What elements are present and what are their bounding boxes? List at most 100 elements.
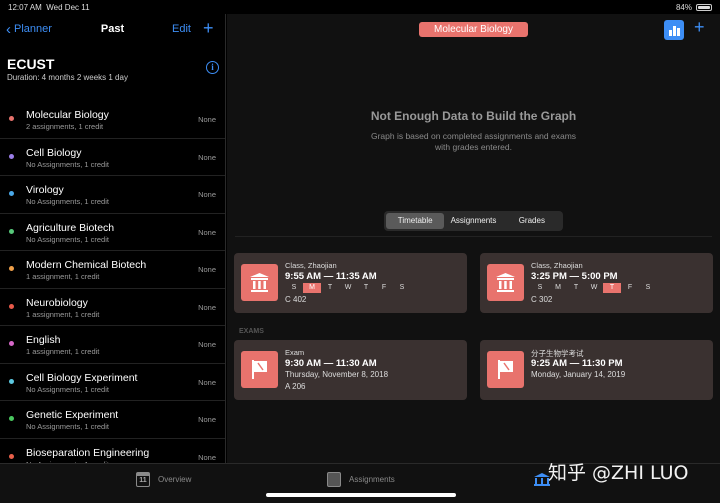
course-color-dot xyxy=(9,416,14,421)
course-list: Molecular Biology 2 assignments, 1 credit… xyxy=(0,101,225,463)
sidebar: ‹ Planner Past Edit + ECUST Duration: 4 … xyxy=(0,14,226,463)
course-color-dot xyxy=(9,303,14,309)
course-color-dot xyxy=(9,228,14,234)
class-time: 9:55 AM — 11:35 AM xyxy=(285,271,377,282)
course-name: Bioseparation Engineering xyxy=(26,446,150,459)
empty-graph-description: Graph is based on completed assignments … xyxy=(370,131,577,152)
course-row[interactable]: Virology No Assignments, 1 credit None xyxy=(0,176,225,214)
chart-icon[interactable] xyxy=(664,20,684,40)
exam-time: 9:25 AM — 11:30 PM xyxy=(531,358,623,369)
weekday: W xyxy=(590,284,598,291)
course-name: Genetic Experiment xyxy=(26,409,119,421)
class-type: Class, Zhaojian xyxy=(285,261,337,270)
course-color-dot xyxy=(9,266,14,271)
watermark: 知乎 @ZHI LUO xyxy=(548,462,689,484)
school-duration: Duration: 4 months 2 weeks 1 day xyxy=(7,73,128,82)
main-panel: Molecular Biology + Not Enough Data to B… xyxy=(227,14,720,463)
edit-button[interactable]: Edit xyxy=(172,23,191,35)
course-grade: None xyxy=(198,452,216,462)
course-grade: None xyxy=(198,190,216,199)
course-row[interactable]: Neurobiology 1 assignment, 1 credit None xyxy=(0,289,225,326)
course-row[interactable]: Modern Chemical Biotech 1 assignment, 1 c… xyxy=(0,251,225,289)
exam-time: 9:30 AM — 11:30 AM xyxy=(285,358,377,369)
weekday: S xyxy=(291,284,297,291)
class-icon xyxy=(241,264,278,301)
course-color-dot xyxy=(9,191,14,196)
course-summary: 2 assignments, 1 credit xyxy=(26,122,104,131)
course-row[interactable]: English 1 assignment, 1 credit None xyxy=(0,326,225,364)
weekday: M xyxy=(303,283,321,293)
exam-date: Monday, January 14, 2019 xyxy=(531,370,626,379)
course-row[interactable]: Cell Biology Experiment No Assignments, 1… xyxy=(0,364,225,401)
tab-grades[interactable]: Grades xyxy=(503,213,561,229)
weekday: S xyxy=(399,284,405,291)
exam-room: A 206 xyxy=(285,382,306,391)
exams-section-label: EXAMS xyxy=(239,328,264,335)
course-name: Agriculture Biotech xyxy=(26,221,115,234)
subject-title[interactable]: Molecular Biology xyxy=(419,22,528,37)
class-time: 3:25 PM — 5:00 PM xyxy=(531,271,618,282)
exam-type: Exam xyxy=(285,348,305,357)
course-name: Modern Chemical Biotech xyxy=(26,259,147,271)
course-color-dot xyxy=(9,453,14,459)
course-grade: None xyxy=(198,152,216,162)
class-card[interactable]: Class, Zhaojian 3:25 PM — 5:00 PM SMTWTF… xyxy=(480,253,713,313)
flag-icon xyxy=(487,351,524,388)
home-indicator[interactable] xyxy=(266,493,456,497)
course-color-dot xyxy=(9,153,14,159)
course-row[interactable]: Agriculture Biotech No Assignments, 1 cre… xyxy=(0,214,225,251)
tab-overview[interactable]: 11 Overview xyxy=(136,472,191,487)
weekday: T xyxy=(327,284,333,291)
status-bar: 12:07 AM Wed Dec 11 84% xyxy=(0,0,720,14)
class-days: SMTWTFS xyxy=(285,283,411,293)
weekday: F xyxy=(627,284,633,291)
course-row[interactable]: Molecular Biology 2 assignments, 1 credit… xyxy=(0,101,225,139)
course-name: Neurobiology xyxy=(26,296,88,309)
weekday: T xyxy=(363,284,369,291)
info-icon[interactable]: i xyxy=(206,61,219,74)
course-summary: No Assignments, 1 credit xyxy=(26,159,109,169)
course-grade: None xyxy=(198,340,216,349)
course-summary: No Assignments, 1 credit xyxy=(26,234,109,244)
assignments-icon xyxy=(327,472,341,487)
weekday: T xyxy=(603,283,621,293)
course-grade: None xyxy=(198,115,216,124)
exam-card[interactable]: 分子生物学考试 9:25 AM — 11:30 PM Monday, Janua… xyxy=(480,340,713,400)
course-name: Molecular Biology xyxy=(26,109,109,121)
weekday: M xyxy=(555,284,561,291)
exam-card[interactable]: Exam 9:30 AM — 11:30 AM Thursday, Novemb… xyxy=(234,340,467,400)
tab-assignments[interactable]: Assignments xyxy=(444,213,502,229)
tab-assignments-bottom[interactable]: Assignments xyxy=(327,472,395,487)
course-grade: None xyxy=(198,415,216,424)
add-course-button[interactable]: + xyxy=(203,18,214,39)
tab-timetable[interactable]: Timetable xyxy=(386,213,445,229)
class-room: C 302 xyxy=(531,295,553,304)
school-header: ECUST Duration: 4 months 2 weeks 1 day xyxy=(7,56,128,82)
class-icon xyxy=(487,264,524,301)
course-row[interactable]: Genetic Experiment No Assignments, 1 cred… xyxy=(0,401,225,439)
course-grade: None xyxy=(198,227,216,237)
class-card[interactable]: Class, Zhaojian 9:55 AM — 11:35 AM SMTWT… xyxy=(234,253,467,313)
course-name: Virology xyxy=(26,184,64,196)
calendar-icon: 11 xyxy=(136,472,150,487)
weekday: W xyxy=(344,284,352,291)
course-summary: 1 assignment, 1 credit xyxy=(26,272,100,281)
sidebar-title: Past xyxy=(100,23,125,35)
weekday: S xyxy=(645,284,651,291)
class-type: Class, Zhaojian xyxy=(531,261,583,270)
add-button[interactable]: + xyxy=(694,17,705,38)
school-name: ECUST xyxy=(7,56,55,72)
class-days: SMTWTFS xyxy=(531,283,657,293)
course-color-dot xyxy=(9,116,14,121)
sidebar-nav: ‹ Planner Past Edit + xyxy=(0,14,225,46)
course-row[interactable]: Bioseparation EngineeringNo Assignments,… xyxy=(0,439,225,463)
main-nav: Molecular Biology + xyxy=(227,14,720,46)
course-row[interactable]: Cell Biology No Assignments, 1 credit None xyxy=(0,139,225,176)
battery-icon xyxy=(696,4,712,11)
course-summary: 1 assignment, 1 credit xyxy=(26,309,100,319)
view-segmented-control: Timetable Assignments Grades xyxy=(384,211,563,231)
weekday: T xyxy=(573,284,579,291)
divider xyxy=(235,236,712,237)
course-name: English xyxy=(26,334,61,346)
course-name: Cell Biology xyxy=(26,146,82,159)
